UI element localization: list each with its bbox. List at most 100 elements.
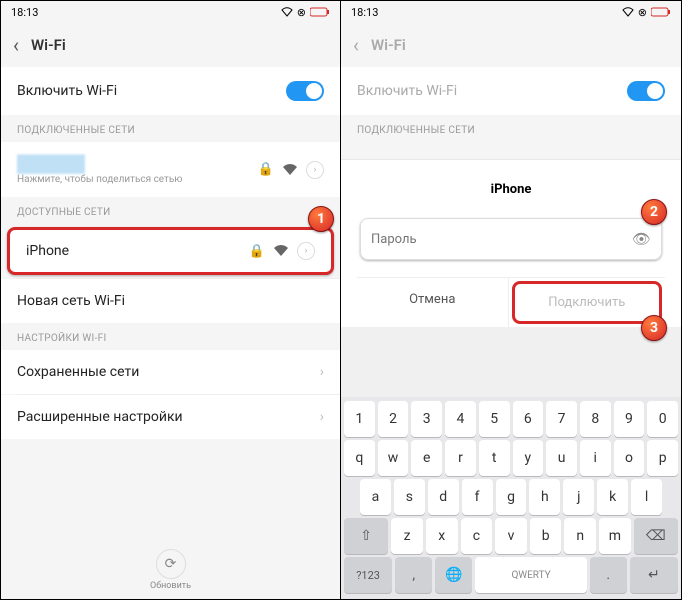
key-j[interactable]: j — [563, 479, 594, 515]
symbols-key[interactable]: ?123 — [344, 557, 392, 593]
key-5[interactable]: 5 — [479, 401, 510, 437]
key-h[interactable]: h — [529, 479, 560, 515]
wifi-icon — [282, 164, 298, 176]
key-b[interactable]: b — [530, 518, 562, 554]
saved-networks-label: Сохраненные сети — [17, 364, 139, 380]
connected-network-row[interactable]: ██████ Нажмите, чтобы поделиться сетью 🔒… — [1, 142, 340, 197]
section-available: ДОСТУПНЫЕ СЕТИ — [1, 197, 340, 224]
new-network-row[interactable]: Новая сеть Wi-Fi — [1, 279, 340, 323]
key-m[interactable]: m — [599, 518, 631, 554]
key-r[interactable]: r — [445, 440, 476, 476]
globe-key[interactable]: 🌐 — [435, 557, 472, 593]
saved-networks-row[interactable]: Сохраненные сети › — [1, 350, 340, 394]
key-2[interactable]: 2 — [378, 401, 409, 437]
eye-icon[interactable]: 👁 — [632, 230, 651, 248]
key-e[interactable]: e — [411, 440, 442, 476]
enable-wifi-label: Включить Wi-Fi — [357, 83, 457, 99]
key-g[interactable]: g — [496, 479, 527, 515]
step-badge-3: 3 — [641, 315, 667, 341]
status-bar: 18:13 ⊗ — [1, 1, 340, 23]
chevron-right-icon[interactable]: › — [306, 161, 324, 179]
key-q[interactable]: q — [344, 440, 375, 476]
cross-icon: ⊗ — [297, 6, 306, 19]
comma-key[interactable]: , — [395, 557, 432, 593]
key-f[interactable]: f — [462, 479, 493, 515]
key-n[interactable]: n — [564, 518, 596, 554]
key-l[interactable]: l — [631, 479, 662, 515]
network-name: iPhone — [26, 243, 69, 259]
space-key[interactable]: QWERTY — [475, 557, 586, 593]
password-field-wrap[interactable]: 👁 — [360, 218, 662, 260]
wifi-status-icon — [281, 7, 293, 17]
dialog-title: iPhone — [357, 176, 665, 215]
keyboard[interactable]: 1234567890 qwertyuiop asdfghjkl ⇧ zxcvbn… — [341, 397, 681, 599]
key-z[interactable]: z — [391, 518, 423, 554]
lock-icon: 🔒 — [258, 162, 274, 177]
header: ‹ Wi-Fi — [341, 23, 681, 67]
key-3[interactable]: 3 — [411, 401, 442, 437]
wifi-toggle — [627, 81, 665, 101]
key-u[interactable]: u — [546, 440, 577, 476]
cross-icon: ⊗ — [638, 6, 647, 19]
key-9[interactable]: 9 — [614, 401, 645, 437]
period-key[interactable]: . — [590, 557, 627, 593]
key-y[interactable]: y — [513, 440, 544, 476]
enter-key[interactable]: ↵ — [630, 557, 678, 593]
key-1[interactable]: 1 — [344, 401, 375, 437]
key-k[interactable]: k — [597, 479, 628, 515]
status-time: 18:13 — [351, 6, 378, 19]
wifi-toggle[interactable] — [286, 81, 324, 101]
key-7[interactable]: 7 — [546, 401, 577, 437]
back-icon[interactable]: ‹ — [13, 33, 19, 57]
wifi-icon — [273, 245, 289, 257]
section-settings: НАСТРОЙКИ WI-FI — [1, 323, 340, 350]
key-i[interactable]: i — [580, 440, 611, 476]
kbd-row-5: ?123 , 🌐 QWERTY . ↵ — [344, 557, 678, 593]
available-network-iphone[interactable]: iPhone 🔒 › — [7, 227, 334, 275]
password-input[interactable] — [371, 232, 632, 247]
key-p[interactable]: p — [647, 440, 678, 476]
key-w[interactable]: w — [378, 440, 409, 476]
cancel-button[interactable]: Отмена — [357, 278, 509, 327]
connect-button[interactable]: Подключить — [512, 281, 663, 324]
key-t[interactable]: t — [479, 440, 510, 476]
connected-network-name: ██████ — [17, 154, 182, 174]
status-icons: ⊗ — [622, 6, 671, 19]
key-a[interactable]: a — [360, 479, 391, 515]
key-6[interactable]: 6 — [513, 401, 544, 437]
advanced-settings-row[interactable]: Расширенные настройки › — [1, 395, 340, 439]
page-title: Wi-Fi — [371, 36, 406, 54]
step-badge-1: 1 — [308, 206, 334, 232]
key-v[interactable]: v — [495, 518, 527, 554]
back-icon[interactable]: ‹ — [353, 33, 359, 57]
key-o[interactable]: o — [614, 440, 645, 476]
section-connected: ПОДКЛЮЧЕННЫЕ СЕТИ — [1, 115, 340, 142]
status-bar: 18:13 ⊗ — [341, 1, 681, 23]
connected-network-hint: Нажмите, чтобы поделиться сетью — [17, 174, 182, 185]
network-icons: 🔒 › — [258, 161, 324, 179]
enable-wifi-label: Включить Wi-Fi — [17, 83, 117, 99]
battery-icon — [651, 7, 671, 17]
key-s[interactable]: s — [394, 479, 425, 515]
kbd-row-1: 1234567890 — [344, 401, 678, 437]
key-0[interactable]: 0 — [647, 401, 678, 437]
advanced-settings-label: Расширенные настройки — [17, 409, 183, 425]
dialog-overlay: iPhone 👁 2 Отмена Подключить 3 — [341, 159, 681, 599]
key-4[interactable]: 4 — [445, 401, 476, 437]
lock-icon: 🔒 — [249, 244, 265, 259]
battery-icon — [310, 7, 330, 17]
chevron-right-icon[interactable]: › — [297, 242, 315, 260]
key-8[interactable]: 8 — [580, 401, 611, 437]
backspace-key[interactable]: ⌫ — [634, 518, 678, 554]
kbd-row-3: asdfghjkl — [344, 479, 678, 515]
status-icons: ⊗ — [281, 6, 330, 19]
right-screen: 18:13 ⊗ ‹ Wi-Fi Включить Wi-Fi ПОДКЛЮЧЕН… — [341, 1, 681, 599]
key-d[interactable]: d — [428, 479, 459, 515]
shift-key[interactable]: ⇧ — [344, 518, 388, 554]
new-network-label: Новая сеть Wi-Fi — [17, 293, 125, 309]
key-c[interactable]: c — [461, 518, 493, 554]
key-x[interactable]: x — [426, 518, 458, 554]
refresh-button[interactable]: ⟳ Обновить — [1, 549, 340, 591]
refresh-label: Обновить — [150, 581, 191, 591]
wifi-toggle-row[interactable]: Включить Wi-Fi — [1, 67, 340, 115]
